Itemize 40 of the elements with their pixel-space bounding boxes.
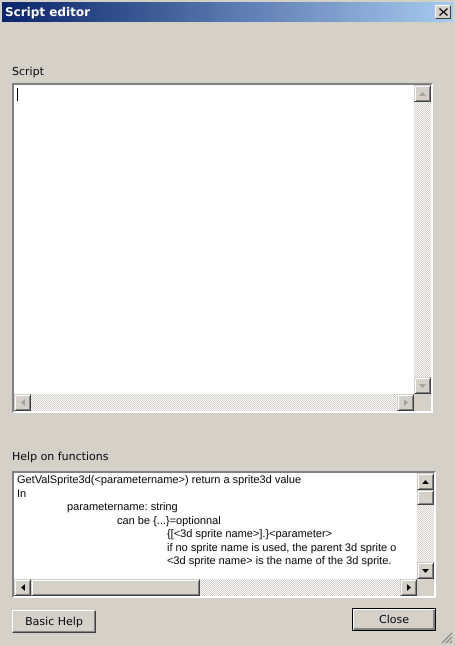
left-arrow-icon	[20, 584, 24, 591]
down-arrow-icon	[419, 384, 426, 388]
right-arrow-icon	[404, 399, 408, 406]
scroll-up-button[interactable]	[417, 473, 434, 490]
scroll-down-button[interactable]	[417, 562, 434, 579]
up-arrow-icon	[422, 480, 429, 484]
help-line: In	[17, 488, 26, 501]
basic-help-button[interactable]: Basic Help	[12, 610, 96, 633]
scroll-thumb[interactable]	[417, 490, 434, 505]
help-line: parametername: string	[66, 501, 178, 514]
scroll-left-button[interactable]	[14, 579, 31, 596]
help-line: GetValSprite3d(<parametername>) return a sprite3d value	[17, 474, 302, 488]
close-button[interactable]: Close	[352, 608, 436, 631]
vertical-scrollbar[interactable]	[417, 473, 434, 579]
horizontal-scrollbar[interactable]	[14, 579, 434, 596]
left-arrow-icon	[20, 399, 24, 406]
window-title: Script editor	[5, 5, 90, 19]
scrollbar-corner	[414, 394, 431, 411]
help-line: can be {...}=optionnal	[116, 514, 221, 528]
scrollbar-corner	[417, 579, 434, 596]
scroll-thumb[interactable]	[31, 579, 200, 596]
text-cursor	[17, 88, 18, 101]
size-grip-icon[interactable]	[441, 632, 453, 644]
up-arrow-icon	[419, 92, 426, 96]
help-line: <3d sprite name> is the name of the 3d sprite.	[166, 555, 392, 568]
down-arrow-icon	[422, 568, 429, 572]
help-label: Help on functions	[12, 450, 110, 463]
scroll-down-button[interactable]	[414, 377, 431, 394]
horizontal-scrollbar[interactable]	[14, 394, 431, 411]
scroll-left-button[interactable]	[14, 394, 31, 411]
vertical-scrollbar[interactable]	[414, 85, 431, 394]
close-icon[interactable]	[435, 5, 451, 19]
script-label: Script	[12, 65, 45, 78]
script-editor-field[interactable]	[12, 83, 433, 413]
scroll-right-button[interactable]	[397, 394, 414, 411]
scroll-up-button[interactable]	[414, 85, 431, 102]
right-arrow-icon	[406, 584, 410, 591]
scroll-right-button[interactable]	[400, 579, 417, 596]
help-line: {[<3d sprite name>].}<parameter>	[166, 528, 332, 542]
help-line: if no sprite name is used, the parent 3d sprite o	[166, 542, 396, 555]
